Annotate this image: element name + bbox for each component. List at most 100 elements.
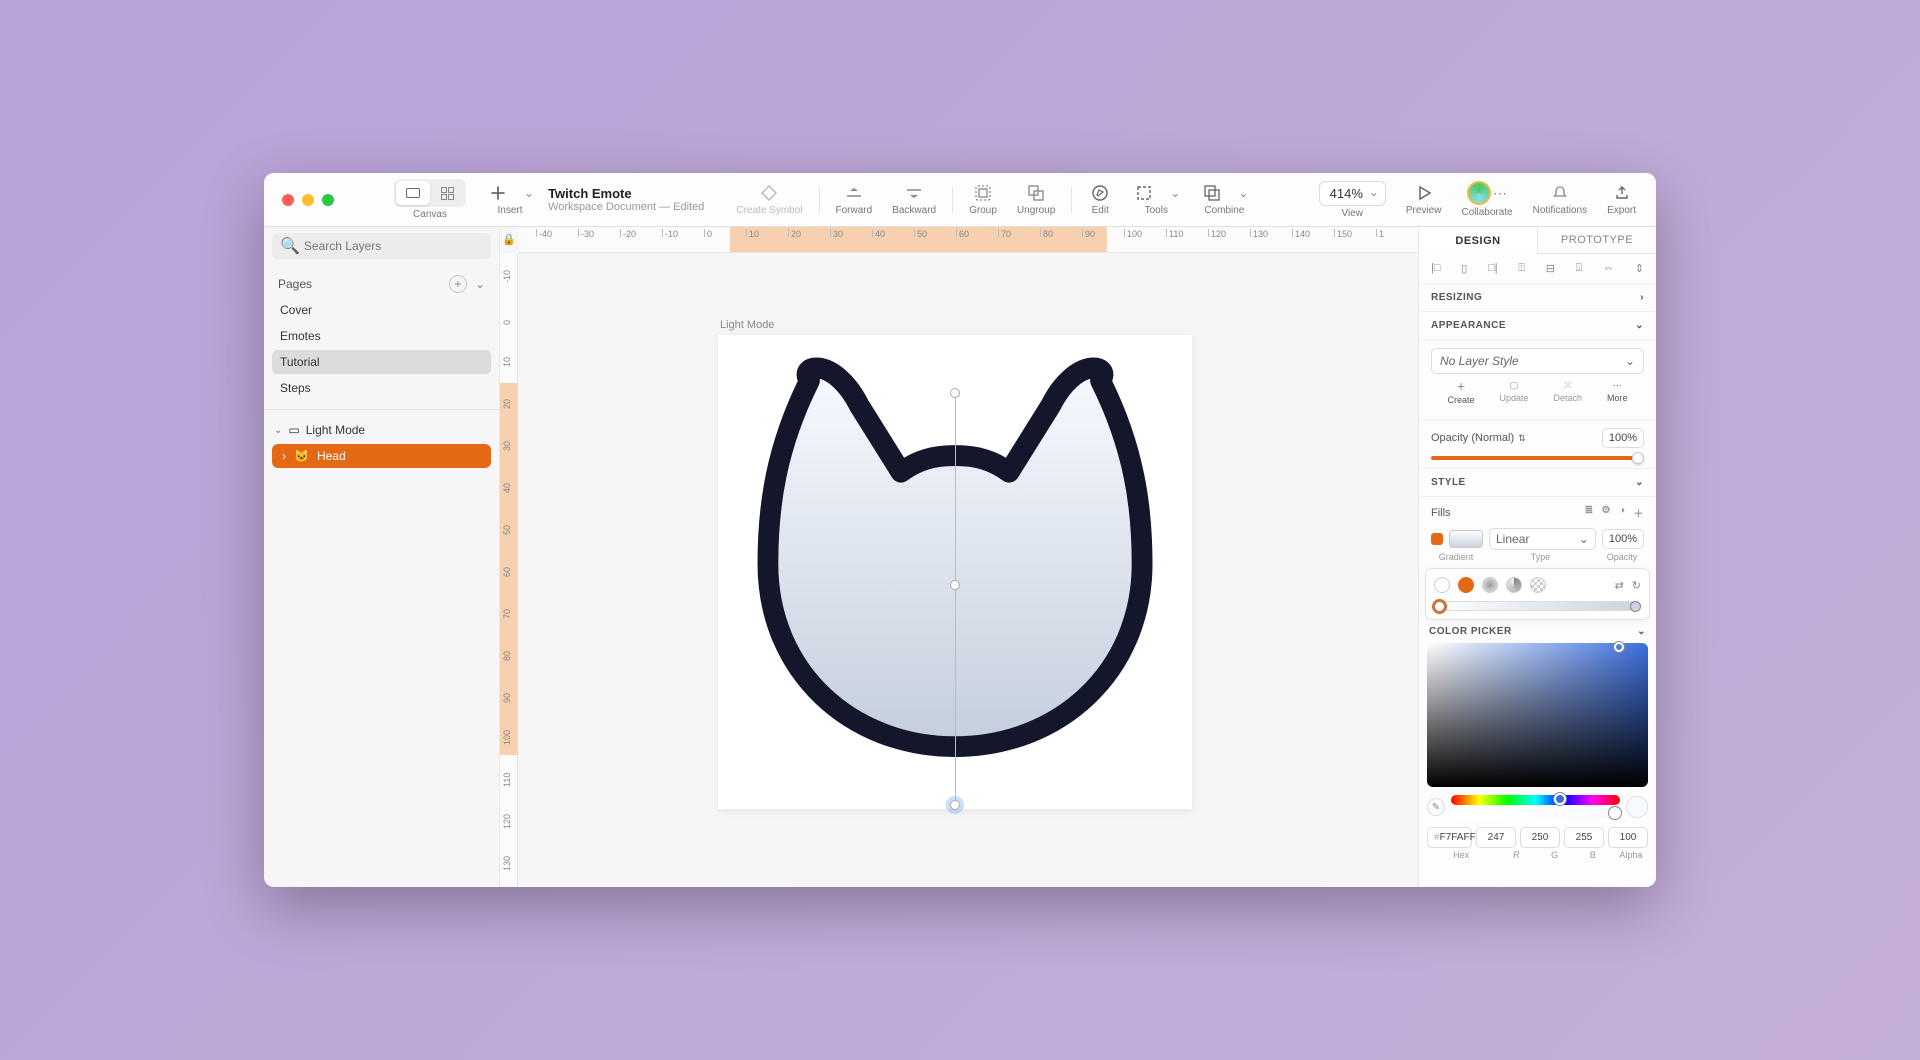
insert-dropdown-icon[interactable]: ⌄ (524, 186, 534, 200)
gradient-stop-mid[interactable] (950, 580, 960, 590)
hue-slider[interactable] (1451, 795, 1620, 805)
align-right-icon[interactable]: □| (1488, 262, 1498, 275)
artboard[interactable] (718, 335, 1192, 809)
chevron-down-icon: ⌄ (1625, 354, 1635, 368)
opacity-slider[interactable] (1431, 456, 1644, 460)
align-vcenter-icon[interactable]: ⊟ (1546, 262, 1555, 275)
close-window-button[interactable] (282, 194, 294, 206)
artboard-label[interactable]: Light Mode (720, 319, 774, 331)
rotate-gradient-icon[interactable]: ↻ (1632, 579, 1641, 592)
lock-icon[interactable]: 🔒 (502, 233, 516, 246)
page-emotes[interactable]: Emotes (272, 324, 491, 348)
forward-button[interactable] (842, 183, 866, 203)
tab-design[interactable]: DESIGN (1419, 227, 1538, 254)
fill-angular-mode[interactable] (1506, 577, 1522, 593)
hex-input[interactable]: #F7FAFF (1427, 827, 1472, 848)
fill-blend-icon[interactable]: ◑ (1619, 505, 1626, 520)
alpha-slider[interactable] (1451, 809, 1620, 819)
preview-button[interactable] (1412, 183, 1436, 203)
canvas-stage[interactable]: Light Mode (518, 253, 1418, 887)
search-input[interactable] (304, 239, 483, 253)
distribute-h-icon[interactable]: ⇔ (1603, 262, 1614, 275)
eyedropper-button[interactable]: ✎ (1427, 798, 1445, 816)
backward-button[interactable] (902, 183, 926, 203)
add-page-button[interactable]: + (449, 275, 467, 293)
grid-canvas-icon[interactable] (430, 181, 464, 205)
distribute-v-icon[interactable]: ⇕ (1635, 262, 1644, 275)
canvas-area[interactable]: 🔒 -40-30-20-1001020304050607080901001101… (500, 227, 1418, 887)
fill-linear-mode[interactable] (1458, 577, 1474, 593)
gradient-stop-end[interactable] (950, 800, 960, 810)
opacity-label[interactable]: Opacity (Normal)⇅ (1431, 432, 1526, 444)
canvas-label: Canvas (413, 209, 447, 220)
minimize-window-button[interactable] (302, 194, 314, 206)
insert-button[interactable] (486, 183, 510, 203)
fill-settings-icon[interactable]: ⚙ (1601, 505, 1610, 520)
user-avatar[interactable] (1467, 181, 1491, 205)
pages-collapse-icon[interactable]: ⌄ (475, 277, 485, 291)
appearance-header[interactable]: APPEARANCE ⌄ (1419, 312, 1656, 340)
style-header[interactable]: STYLE ⌄ (1419, 469, 1656, 497)
search-layers[interactable]: 🔍 (272, 233, 491, 259)
gradient-bar-stop-a[interactable] (1434, 601, 1445, 612)
ungroup-button[interactable] (1024, 183, 1048, 203)
gradient-bar[interactable] (1434, 601, 1641, 611)
alpha-knob[interactable] (1609, 807, 1621, 819)
align-hcenter-icon[interactable]: ▯ (1461, 262, 1467, 275)
artboard-group[interactable]: ⌄ ▭ Light Mode (264, 418, 499, 442)
r-input[interactable]: 247 (1476, 827, 1516, 848)
tools-button[interactable] (1132, 183, 1156, 203)
export-button[interactable] (1610, 183, 1634, 203)
tab-prototype[interactable]: PROTOTYPE (1538, 227, 1656, 254)
b-input[interactable]: 255 (1564, 827, 1604, 848)
opacity-slider-knob[interactable] (1632, 452, 1644, 464)
fill-enabled-checkbox[interactable] (1431, 533, 1443, 545)
gradient-bar-stop-b[interactable] (1630, 601, 1641, 612)
page-cover[interactable]: Cover (272, 298, 491, 322)
g-input[interactable]: 250 (1520, 827, 1560, 848)
gradient-stop-start[interactable] (950, 388, 960, 398)
tools-dropdown-icon[interactable]: ⌄ (1170, 186, 1180, 200)
alpha-input[interactable]: 100 (1608, 827, 1648, 848)
group-button[interactable] (971, 183, 995, 203)
fill-solid-mode[interactable] (1434, 577, 1450, 593)
fill-pattern-mode[interactable] (1530, 577, 1546, 593)
style-more-button[interactable]: ⋯More (1607, 380, 1628, 405)
zoom-select[interactable]: 414% (1319, 181, 1386, 206)
combine-button[interactable] (1200, 183, 1224, 203)
export-label: Export (1607, 205, 1636, 216)
gradient-axis[interactable] (955, 391, 956, 809)
zoom-window-button[interactable] (322, 194, 334, 206)
edit-button[interactable] (1088, 183, 1112, 203)
fill-type-select[interactable]: Linear⌄ (1489, 528, 1596, 550)
resizing-header[interactable]: RESIZING › (1419, 284, 1656, 312)
fill-radial-mode[interactable] (1482, 577, 1498, 593)
color-area[interactable] (1427, 643, 1648, 787)
collab-menu-icon[interactable]: ⋯ (1493, 185, 1507, 202)
page-steps[interactable]: Steps (272, 376, 491, 400)
opacity-value[interactable]: 100% (1602, 428, 1644, 448)
fill-layers-icon[interactable]: ≣ (1585, 505, 1594, 520)
style-create-button[interactable]: ＋Create (1447, 380, 1474, 405)
layer-head[interactable]: › 🐱 Head (272, 444, 491, 468)
combine-dropdown-icon[interactable]: ⌄ (1238, 186, 1248, 200)
single-canvas-icon[interactable] (396, 181, 430, 205)
create-symbol-button[interactable] (757, 183, 781, 203)
subtitle-text: Workspace Document — Edited (548, 201, 704, 213)
hue-knob[interactable] (1554, 793, 1566, 805)
fill-swatch[interactable] (1449, 530, 1483, 548)
canvas-mode-toggle[interactable] (394, 179, 466, 207)
color-cursor[interactable] (1614, 642, 1624, 652)
chevron-right-icon[interactable]: › (282, 449, 286, 463)
add-fill-button[interactable]: ＋ (1634, 505, 1645, 520)
chevron-down-icon[interactable]: ⌄ (274, 425, 282, 436)
fill-opacity-value[interactable]: 100% (1602, 529, 1644, 549)
color-picker-header[interactable]: COLOR PICKER ⌄ (1419, 620, 1656, 637)
layer-style-select[interactable]: No Layer Style ⌄ (1431, 348, 1644, 374)
align-left-icon[interactable]: |□ (1431, 262, 1441, 275)
align-top-icon[interactable]: ⍐ (1518, 262, 1525, 275)
swap-stops-icon[interactable]: ⇄ (1615, 579, 1624, 592)
align-bottom-icon[interactable]: ⍗ (1576, 262, 1583, 275)
page-tutorial[interactable]: Tutorial (272, 350, 491, 374)
notifications-button[interactable] (1548, 183, 1572, 203)
